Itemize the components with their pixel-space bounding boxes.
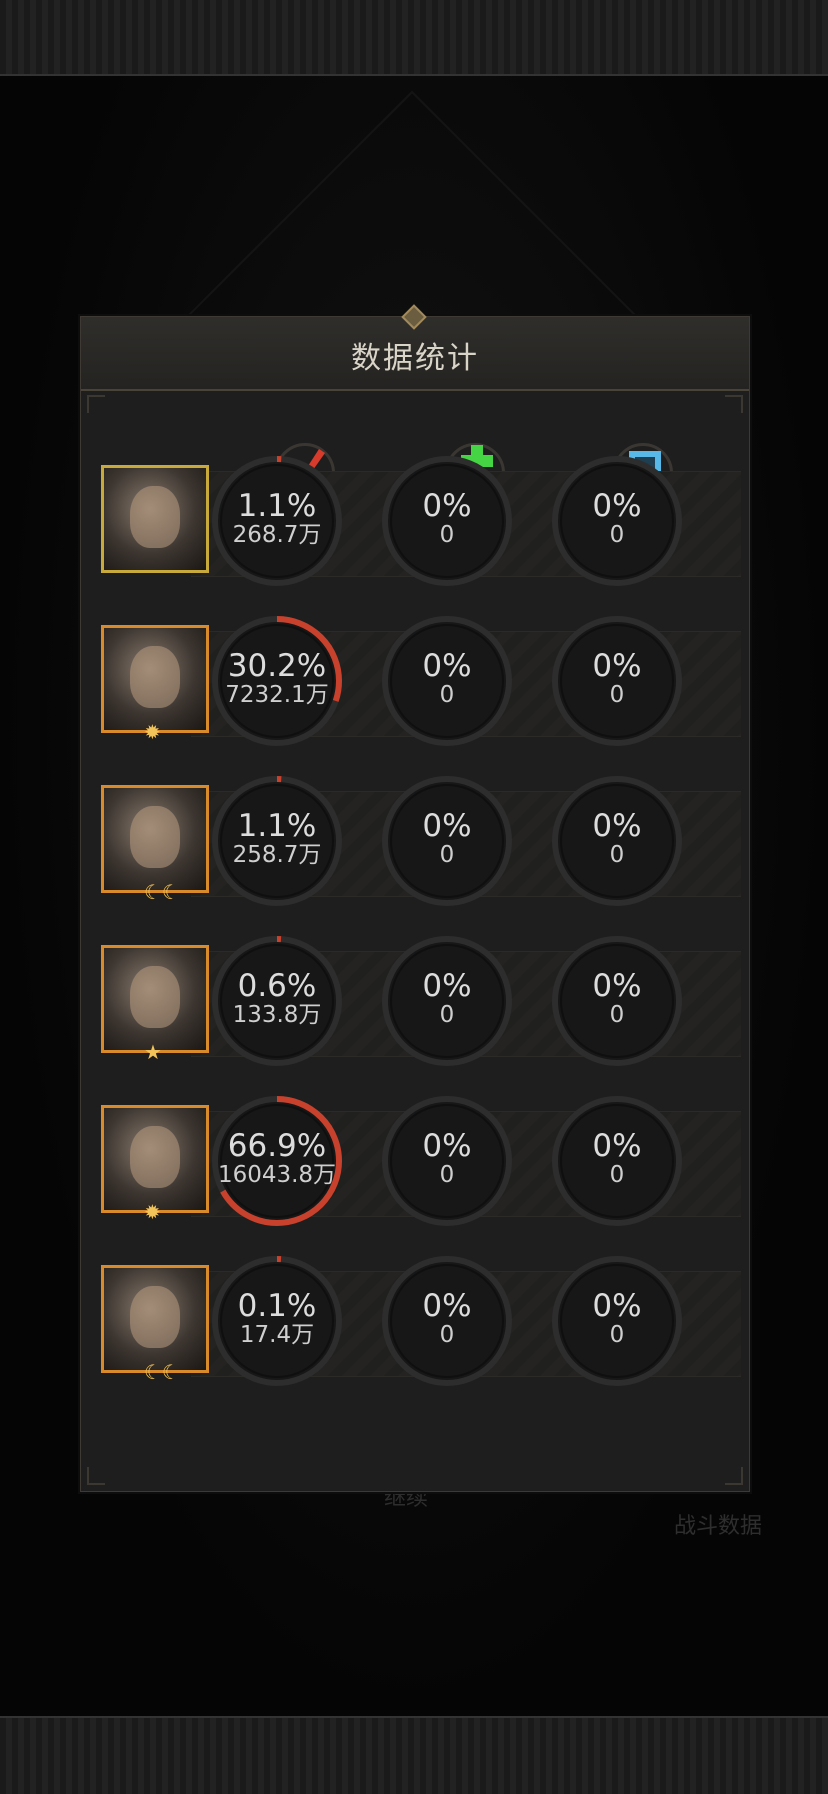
hero-portrait[interactable]: ★ — [101, 945, 209, 1062]
stat-value: 16043.8万 — [217, 1162, 337, 1188]
hero-face — [130, 1126, 180, 1188]
hero-row: ✹ 30.2% 7232.1万 0% 0 0% 0 — [81, 607, 749, 757]
damage-stat-circle: 0.6% 133.8万 — [207, 931, 347, 1071]
stat-value: 0 — [609, 1002, 625, 1028]
stat-value: 0 — [439, 1322, 455, 1348]
healing-stat-circle: 0% 0 — [377, 451, 517, 591]
shield-stat-circle: 0% 0 — [547, 771, 687, 911]
stat-value: 0 — [439, 1002, 455, 1028]
damage-stat-circle: 66.9% 16043.8万 — [207, 1091, 347, 1231]
panel-corner — [725, 1467, 743, 1485]
stat-percent: 1.1% — [237, 488, 317, 524]
panel-corner — [87, 1467, 105, 1485]
damage-stat-circle: 1.1% 258.7万 — [207, 771, 347, 911]
hero-portrait[interactable]: ☾☾ — [101, 785, 209, 902]
hero-row: 1.1% 268.7万 0% 0 0% 0 — [81, 447, 749, 597]
stat-value: 268.7万 — [232, 522, 322, 548]
shield-stat-circle: 0% 0 — [547, 1091, 687, 1231]
healing-stat-circle: 0% 0 — [377, 931, 517, 1071]
stat-value: 0 — [609, 1162, 625, 1188]
stat-value: 0 — [609, 522, 625, 548]
hero-portrait[interactable]: ✹ — [101, 1105, 209, 1222]
hero-face — [130, 1286, 180, 1348]
sun-badge-icon: ✹ — [144, 720, 161, 744]
shield-stat-circle: 0% 0 — [547, 611, 687, 751]
stat-value: 133.8万 — [232, 1002, 322, 1028]
moon-badge-icon: ☾☾ — [144, 1360, 180, 1384]
healing-stat-circle: 0% 0 — [377, 1091, 517, 1231]
damage-stat-circle: 0.1% 17.4万 — [207, 1251, 347, 1391]
stat-percent: 1.1% — [237, 808, 317, 844]
shield-stat-circle: 0% 0 — [547, 931, 687, 1071]
stat-percent: 0% — [592, 808, 642, 844]
hero-row: ☾☾ 1.1% 258.7万 0% 0 0% 0 — [81, 767, 749, 917]
stat-percent: 0% — [592, 1288, 642, 1324]
data-statistics-panel: 数据统计 1.1% 268.7万 0% 0 0% 0 ✹ 30.2% 7232.1万 0% 0 0% 0… — [80, 304, 750, 1492]
hero-face — [130, 966, 180, 1028]
stat-percent: 0% — [422, 968, 472, 1004]
stat-percent: 0% — [592, 488, 642, 524]
stat-value: 258.7万 — [232, 842, 322, 868]
star-badge-icon: ★ — [144, 1040, 162, 1064]
hero-portrait[interactable]: ✹ — [101, 625, 209, 742]
damage-stat-circle: 1.1% 268.7万 — [207, 451, 347, 591]
hero-portrait[interactable]: ☾☾ — [101, 1265, 209, 1382]
top-frame-bar — [0, 0, 828, 76]
healing-stat-circle: 0% 0 — [377, 611, 517, 751]
hero-row: ☾☾ 0.1% 17.4万 0% 0 0% 0 — [81, 1247, 749, 1397]
stat-value: 0 — [439, 682, 455, 708]
panel-corner — [87, 395, 105, 413]
stat-percent: 0% — [592, 648, 642, 684]
panel-header: 数据统计 — [81, 304, 749, 391]
stat-percent: 0.1% — [237, 1288, 317, 1324]
stat-percent: 0% — [592, 968, 642, 1004]
stat-percent: 30.2% — [227, 648, 327, 684]
moon-badge-icon: ☾☾ — [144, 880, 180, 904]
shield-stat-circle: 0% 0 — [547, 451, 687, 591]
hero-face — [130, 806, 180, 868]
stat-value: 0 — [609, 842, 625, 868]
hero-row: ★ 0.6% 133.8万 0% 0 0% 0 — [81, 927, 749, 1077]
stat-percent: 0% — [422, 808, 472, 844]
healing-stat-circle: 0% 0 — [377, 1251, 517, 1391]
healing-stat-circle: 0% 0 — [377, 771, 517, 911]
stat-value: 17.4万 — [239, 1322, 315, 1348]
stat-percent: 0% — [422, 1288, 472, 1324]
stat-percent: 0% — [422, 648, 472, 684]
hero-face — [130, 486, 180, 548]
sun-badge-icon: ✹ — [144, 1200, 161, 1224]
background-battle-data-label[interactable]: 战斗数据 — [674, 1508, 762, 1540]
stat-value: 0 — [609, 1322, 625, 1348]
stat-percent: 0% — [592, 1128, 642, 1164]
bottom-frame-bar — [0, 1716, 828, 1794]
panel-corner — [725, 395, 743, 413]
hero-face — [130, 646, 180, 708]
damage-stat-circle: 30.2% 7232.1万 — [207, 611, 347, 751]
stat-value: 0 — [609, 682, 625, 708]
stat-value: 0 — [439, 522, 455, 548]
stat-value: 0 — [439, 842, 455, 868]
shield-stat-circle: 0% 0 — [547, 1251, 687, 1391]
stat-percent: 0% — [422, 488, 472, 524]
hero-portrait[interactable] — [101, 465, 209, 573]
panel-title: 数据统计 — [351, 341, 479, 376]
hero-row: ✹ 66.9% 16043.8万 0% 0 0% 0 — [81, 1087, 749, 1237]
stat-value: 0 — [439, 1162, 455, 1188]
stat-percent: 0.6% — [237, 968, 317, 1004]
stat-value: 7232.1万 — [225, 682, 329, 708]
stat-percent: 66.9% — [227, 1128, 327, 1164]
stat-percent: 0% — [422, 1128, 472, 1164]
